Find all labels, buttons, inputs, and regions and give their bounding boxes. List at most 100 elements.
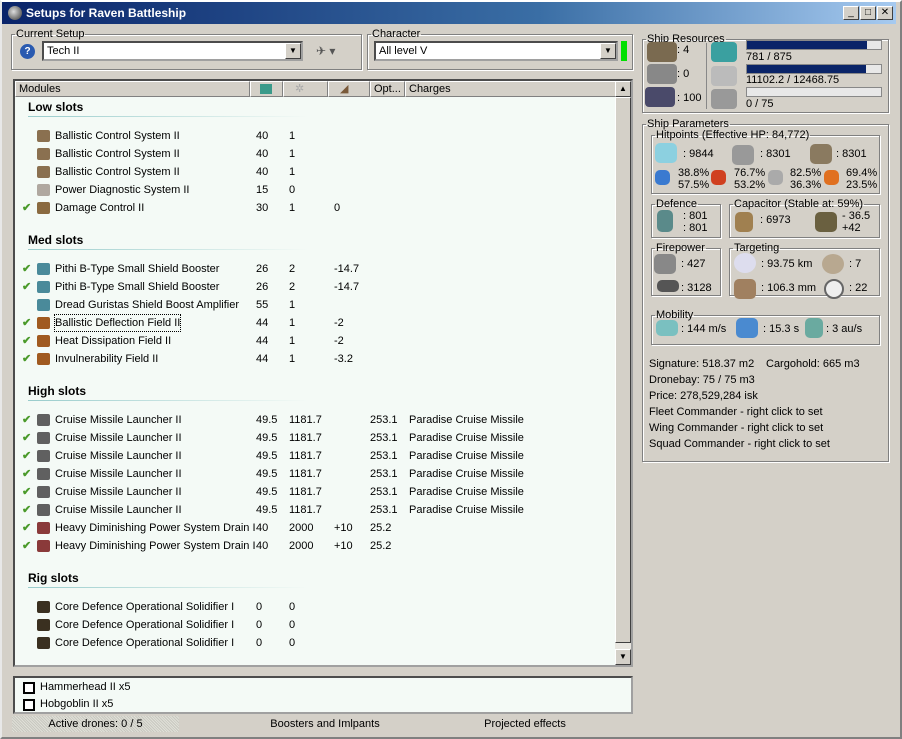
- modules-list[interactable]: Modules ✲ ◢ Opt... Charges Low slots Ball…: [13, 79, 633, 667]
- module-powergrid: 1: [289, 353, 296, 365]
- capacitor-rates: - 36.5 +42: [842, 210, 871, 234]
- active-check-icon: ✔: [22, 486, 32, 498]
- maximize-button[interactable]: □: [860, 6, 876, 20]
- module-icon: [37, 130, 50, 142]
- warp-speed-icon: [805, 318, 823, 338]
- module-row[interactable]: ✔ Cruise Missile Launcher II 49.5 1181.7 253…: [15, 411, 615, 429]
- squad-commander[interactable]: Squad Commander - right click to set: [649, 438, 830, 450]
- close-button[interactable]: ✕: [877, 6, 893, 20]
- module-cpu: 15: [256, 184, 269, 196]
- active-check-icon: ✔: [22, 468, 32, 480]
- col-capacitor[interactable]: ◢: [328, 81, 370, 97]
- drone-name: Hammerhead II x5: [40, 681, 131, 693]
- module-name: Cruise Missile Launcher II: [55, 468, 182, 480]
- armor-hp: : 8301: [760, 148, 791, 160]
- app-icon: [8, 6, 22, 20]
- module-charges: Paradise Cruise Missile: [409, 432, 524, 444]
- module-row[interactable]: ✔ Heavy Diminishing Power System Drain I4…: [15, 537, 615, 555]
- fleet-commander[interactable]: Fleet Commander - right click to set: [649, 406, 823, 418]
- module-row[interactable]: ✔ Heavy Diminishing Power System Drain I4…: [15, 519, 615, 537]
- module-cpu: 44: [256, 353, 269, 365]
- active-check-icon: ✔: [22, 540, 32, 552]
- max-speed: : 144 m/s: [681, 323, 727, 335]
- chevron-down-icon[interactable]: ▼: [285, 43, 301, 59]
- module-cpu: 49.5: [256, 504, 278, 516]
- tab-projected-effects[interactable]: Projected effects: [420, 716, 630, 732]
- align-time-icon: [736, 318, 758, 338]
- module-row[interactable]: ✔ Heat Dissipation Field II 44 1 -2: [15, 332, 615, 350]
- cpu-icon: [260, 84, 272, 94]
- speed-icon: [656, 320, 678, 336]
- module-row[interactable]: Core Defence Operational Solidifier I 0 0: [15, 616, 615, 634]
- scroll-up-button[interactable]: ▲: [615, 81, 631, 97]
- module-icon: [37, 148, 50, 160]
- module-row[interactable]: Power Diagnostic System II 15 0: [15, 181, 615, 199]
- chevron-down-icon[interactable]: ▼: [600, 43, 616, 59]
- module-powergrid: 1181.7: [289, 450, 322, 462]
- module-row[interactable]: Core Defence Operational Solidifier I 0 0: [15, 598, 615, 616]
- section-heading: High slots: [28, 384, 87, 398]
- scroll-thumb[interactable]: [615, 97, 631, 643]
- scan-resolution: : 106.3 mm: [761, 282, 817, 294]
- tab-active-drones[interactable]: Active drones: 0 / 5: [12, 716, 179, 732]
- module-cpu: 0: [256, 601, 263, 613]
- em-resist-icon: [655, 170, 670, 185]
- module-optimal: 253.1: [370, 432, 398, 444]
- module-row[interactable]: ✔ Cruise Missile Launcher II 49.5 1181.7 253…: [15, 483, 615, 501]
- ship-menu-icon[interactable]: ✈ ▾: [316, 44, 335, 58]
- minimize-button[interactable]: _: [843, 6, 859, 20]
- armor-icon: [732, 145, 754, 165]
- drone-checkbox[interactable]: [23, 682, 35, 694]
- wing-commander[interactable]: Wing Commander - right click to set: [649, 422, 823, 434]
- module-name: Ballistic Control System II: [55, 148, 180, 160]
- col-powergrid[interactable]: ✲: [283, 81, 328, 97]
- col-modules[interactable]: Modules: [15, 81, 250, 97]
- scrollbar[interactable]: ▲ ▼: [615, 81, 631, 665]
- module-icon: [37, 166, 50, 178]
- col-cpu[interactable]: [250, 81, 283, 97]
- module-row[interactable]: Core Defence Operational Solidifier I 0 0: [15, 634, 615, 652]
- col-optimal[interactable]: Opt...: [370, 81, 405, 97]
- module-icon: [37, 468, 50, 480]
- module-name: Cruise Missile Launcher II: [55, 450, 182, 462]
- module-row[interactable]: ✔ Cruise Missile Launcher II 49.5 1181.7 253…: [15, 501, 615, 519]
- module-row[interactable]: ✔ Cruise Missile Launcher II 49.5 1181.7 253…: [15, 447, 615, 465]
- module-cpu: 49.5: [256, 432, 278, 444]
- active-check-icon: ✔: [22, 335, 32, 347]
- module-powergrid: 1181.7: [289, 468, 322, 480]
- module-row[interactable]: ✔ Cruise Missile Launcher II 49.5 1181.7 253…: [15, 429, 615, 447]
- module-row[interactable]: ✔ Damage Control II 30 1 0: [15, 199, 615, 217]
- hitpoints-label: Hitpoints (Effective HP: 84,772): [656, 129, 810, 141]
- character-select[interactable]: All level V ▼: [374, 41, 618, 61]
- module-name: Ballistic Control System II: [55, 130, 180, 142]
- module-row[interactable]: ✔ Pithi B-Type Small Shield Booster 26 2 -14…: [15, 260, 615, 278]
- current-setup-label: Current Setup: [16, 28, 85, 40]
- active-check-icon: ✔: [22, 281, 32, 293]
- setup-select[interactable]: Tech II ▼: [42, 41, 303, 61]
- module-row[interactable]: Ballistic Control System II 40 1: [15, 127, 615, 145]
- dronebay-value: 0 / 75: [746, 98, 774, 110]
- cap-recharge-icon: [815, 212, 837, 232]
- module-icon: [37, 619, 50, 631]
- module-icon: [37, 299, 50, 311]
- module-row[interactable]: ✔ Cruise Missile Launcher II 49.5 1181.7 253…: [15, 465, 615, 483]
- scroll-down-button[interactable]: ▼: [615, 649, 631, 665]
- align-time: : 15.3 s: [763, 323, 800, 335]
- module-row[interactable]: ✔ Pithi B-Type Small Shield Booster 26 2 -14…: [15, 278, 615, 296]
- turret-count: : 4: [677, 44, 690, 56]
- col-charges[interactable]: Charges: [405, 81, 617, 97]
- turret-hardpoint-icon: [647, 42, 677, 62]
- help-icon[interactable]: ?: [20, 44, 35, 59]
- module-row[interactable]: ✔ Invulnerability Field II 44 1 -3.2: [15, 350, 615, 368]
- active-check-icon: ✔: [22, 522, 32, 534]
- section-divider: [28, 249, 308, 250]
- target-range: : 93.75 km: [761, 258, 813, 270]
- module-row[interactable]: Ballistic Control System II 40 1: [15, 163, 615, 181]
- module-row[interactable]: Ballistic Control System II 40 1: [15, 145, 615, 163]
- cpu-icon: [711, 42, 737, 62]
- tab-boosters-implants[interactable]: Boosters and Imlpants: [220, 716, 430, 732]
- drone-checkbox[interactable]: [23, 699, 35, 711]
- volley-value: : 3128: [681, 282, 712, 294]
- module-row[interactable]: Dread Guristas Shield Boost Amplifier 55 1: [15, 296, 615, 314]
- module-row[interactable]: ✔ Ballistic Deflection Field II 44 1 -2: [15, 314, 615, 332]
